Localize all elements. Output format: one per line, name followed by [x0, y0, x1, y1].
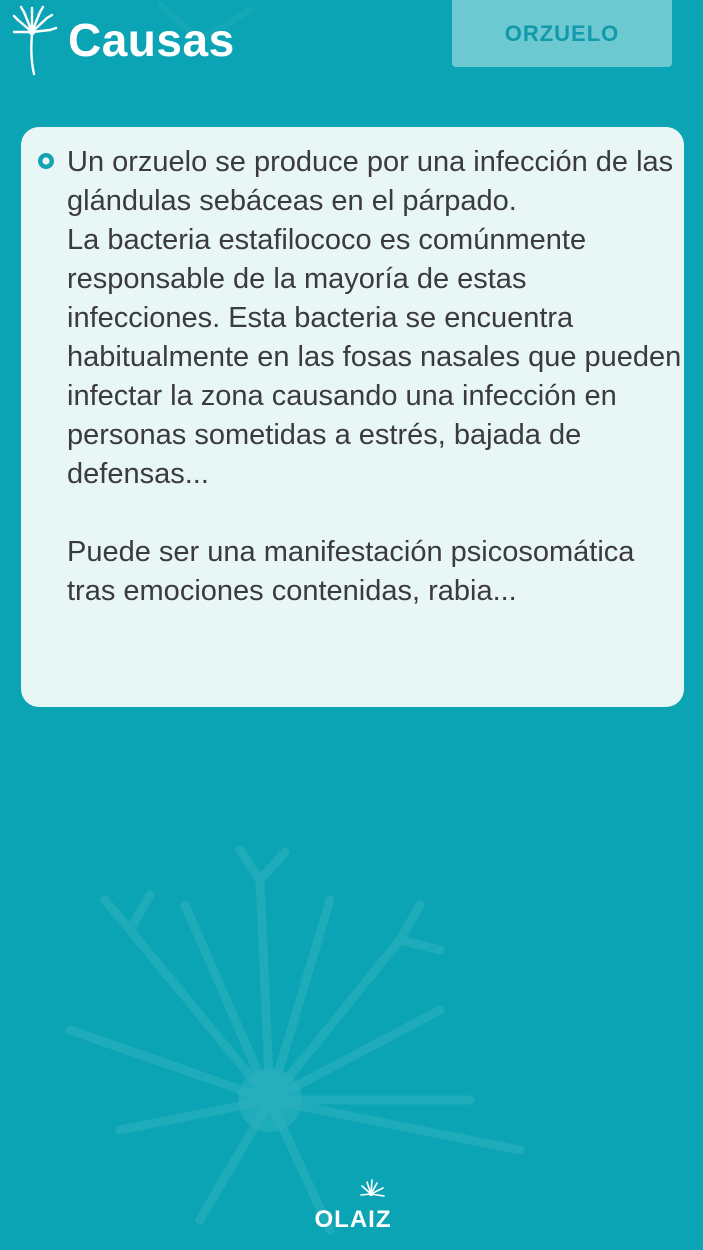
- causes-card: Un orzuelo se produce por una infección …: [21, 127, 684, 707]
- olaiz-logo: OLAIZ: [305, 1178, 401, 1236]
- circle-bullet-icon: [38, 153, 54, 169]
- page-title: Causas: [68, 14, 235, 66]
- causes-text: Un orzuelo se produce por una infección …: [67, 146, 682, 607]
- orzuelo-tag-button[interactable]: ORZUELO: [452, 0, 672, 67]
- logo-wordmark: OLAIZ: [314, 1206, 392, 1233]
- header-bar: Causas ORZUELO: [0, 0, 703, 80]
- dandelion-icon: [12, 5, 58, 76]
